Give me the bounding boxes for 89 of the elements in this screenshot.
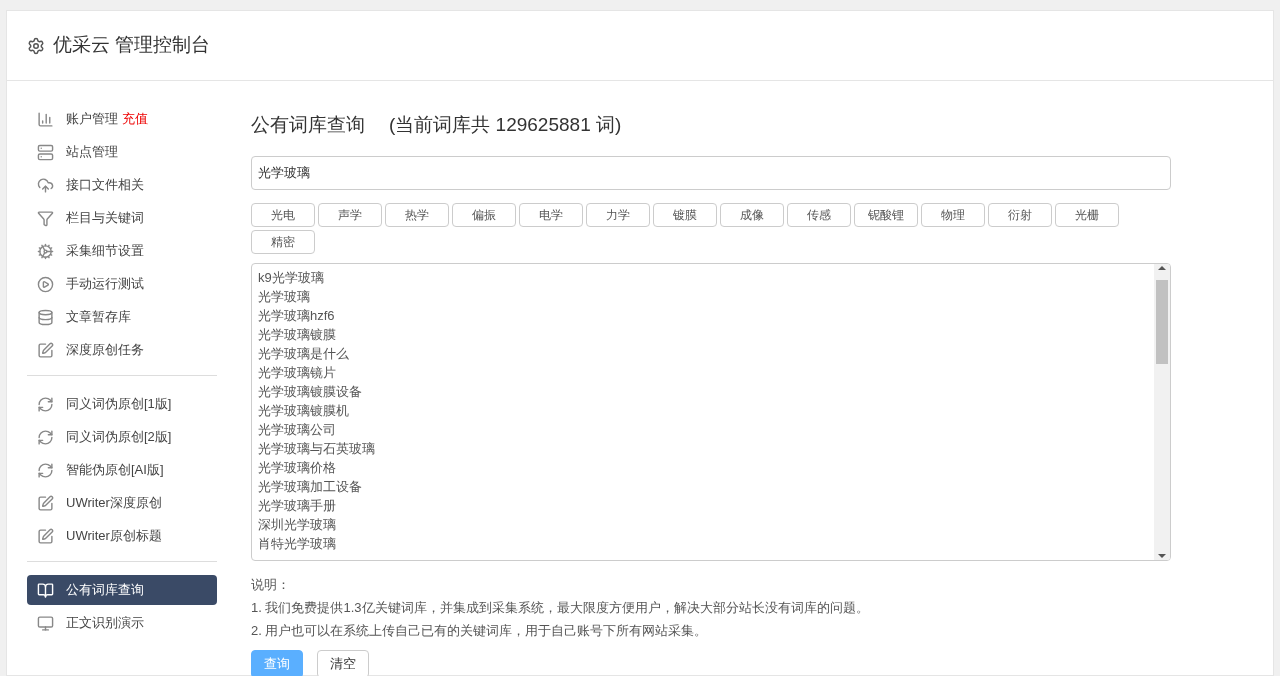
note-text: 2. 用户也可以在系统上传自己已有的关键词库，用于自己账号下所有网站采集。: [251, 621, 709, 640]
keyword-tag[interactable]: 衍射: [988, 202, 1052, 227]
sidebar-label: 同义词伪原创[1版]: [66, 395, 172, 414]
sidebar-item[interactable]: UWriter原创标题: [27, 521, 217, 551]
sidebar-item[interactable]: 文章暂存库: [27, 302, 217, 332]
sidebar-item[interactable]: 站点管理: [27, 137, 217, 167]
word-count-text: (当前词库共 129625881 词): [389, 113, 622, 137]
refresh-icon: [37, 428, 54, 446]
settings-icon: [27, 36, 45, 55]
sidebar-item[interactable]: 同义词伪原创[1版]: [27, 389, 217, 419]
sidebar-label: 手动运行测试: [66, 275, 144, 294]
sidebar-label: UWriter原创标题: [66, 527, 162, 546]
scrollbar[interactable]: [1154, 263, 1170, 560]
keyword-tag[interactable]: 声学: [318, 202, 382, 227]
result-item: 光学玻璃: [258, 287, 311, 306]
sidebar-label: 深度原创任务: [66, 341, 144, 360]
scroll-down-icon[interactable]: [1158, 553, 1166, 558]
keyword-tag[interactable]: 光电: [251, 202, 315, 227]
cloud-upload-icon: [37, 176, 54, 194]
sidebar-label: 采集细节设置: [66, 242, 144, 261]
sidebar-label: 智能伪原创[AI版]: [66, 461, 164, 480]
sidebar-item[interactable]: 深度原创任务: [27, 335, 217, 365]
keyword-tag[interactable]: 物理: [921, 202, 985, 227]
sidebar-label: UWriter深度原创: [66, 494, 162, 513]
result-item: 光学玻璃镀膜机: [258, 401, 350, 420]
sidebar-item[interactable]: 正文识别演示: [27, 608, 217, 638]
keyword-tag[interactable]: 镀膜: [653, 202, 717, 227]
book-icon: [37, 581, 54, 599]
result-item: 光学玻璃镀膜设备: [258, 382, 363, 401]
result-item: 光学玻璃hzf6: [258, 306, 336, 325]
note-text: 1. 我们免费提供1.3亿关键词库，并集成到采集系统，最大限度方便用户，解决大部分站长没有词库的问题。: [251, 598, 870, 617]
scroll-thumb[interactable]: [1156, 279, 1168, 364]
results-list[interactable]: k9光学玻璃 光学玻璃 光学玻璃hzf6 光学玻璃镀膜 光学玻璃是什么 光学玻璃镜片 光学玻璃镀膜设备 光学玻璃镀膜机 光学玻璃公司 光学玻璃与石英玻璃 光学玻璃价格 光学玻璃加工设备 光学玻璃手册 深圳光学玻璃 肖特光学玻璃: [251, 262, 1171, 561]
scroll-up-icon[interactable]: [1158, 265, 1166, 270]
sidebar-item[interactable]: 智能伪原创[AI版]: [27, 455, 217, 485]
edit-icon: [37, 341, 54, 359]
keyword-tag[interactable]: 光栅: [1055, 202, 1119, 227]
monitor-icon: [37, 614, 54, 632]
sidebar-label: 栏目与关键词: [66, 209, 144, 228]
database-icon: [37, 308, 54, 326]
refresh-icon: [37, 461, 54, 479]
edit-icon: [37, 494, 54, 512]
edit-icon: [37, 527, 54, 545]
result-item: k9光学玻璃: [258, 268, 325, 287]
sidebar-item[interactable]: 栏目与关键词: [27, 203, 217, 233]
keyword-tag[interactable]: 传感: [787, 202, 851, 227]
sidebar-item[interactable]: 同义词伪原创[2版]: [27, 422, 217, 452]
sidebar-label: 接口文件相关: [66, 176, 144, 195]
server-icon: [37, 143, 54, 161]
sidebar-item[interactable]: 手动运行测试: [27, 269, 217, 299]
result-item: 光学玻璃与石英玻璃: [258, 439, 376, 458]
app-title: 优采云 管理控制台: [53, 33, 211, 58]
keyword-tag[interactable]: 偏振: [452, 202, 516, 227]
keyword-tag[interactable]: 成像: [720, 202, 784, 227]
sidebar-label: 正文识别演示: [66, 614, 144, 633]
sidebar-label: 公有词库查询: [66, 581, 144, 600]
search-field[interactable]: 光学玻璃: [251, 155, 1171, 190]
sidebar-item[interactable]: 接口文件相关: [27, 170, 217, 200]
refresh-icon: [37, 395, 54, 413]
result-item: 深圳光学玻璃: [258, 515, 337, 534]
sidebar-item[interactable]: 公有词库查询: [27, 575, 217, 605]
result-item: 光学玻璃手册: [258, 496, 337, 515]
recharge-link[interactable]: 充值: [122, 109, 148, 129]
clear-button[interactable]: 清空: [317, 649, 369, 676]
keyword-tag[interactable]: 精密: [251, 229, 315, 254]
sidebar-item[interactable]: 采集细节设置: [27, 236, 217, 266]
result-item: 光学玻璃镜片: [258, 363, 337, 382]
notes-title: 说明：: [251, 575, 291, 594]
bar-chart-icon: [37, 110, 54, 128]
sidebar-label: 站点管理: [66, 143, 118, 162]
keyword-tag[interactable]: 电学: [519, 202, 583, 227]
sidebar-item[interactable]: UWriter深度原创: [27, 488, 217, 518]
result-item: 光学玻璃是什么: [258, 344, 350, 363]
result-item: 光学玻璃加工设备: [258, 477, 363, 496]
result-item: 光学玻璃镀膜: [258, 325, 337, 344]
sidebar-label: 同义词伪原创[2版]: [66, 428, 172, 447]
filter-icon: [37, 209, 54, 227]
keyword-tag[interactable]: 力学: [586, 202, 650, 227]
result-item: 光学玻璃公司: [258, 420, 337, 439]
keyword-tag[interactable]: 热学: [385, 202, 449, 227]
sidebar-item[interactable]: 账户管理 充值: [27, 104, 217, 134]
gear-icon: [37, 242, 54, 260]
sidebar-label: 文章暂存库: [66, 308, 131, 327]
page-title: 公有词库查询: [251, 113, 365, 137]
result-item: 肖特光学玻璃: [258, 534, 337, 553]
sidebar-label: 账户管理: [66, 110, 118, 129]
result-item: 光学玻璃价格: [258, 458, 337, 477]
keyword-tag[interactable]: 铌酸锂: [854, 202, 918, 227]
play-icon: [37, 275, 54, 293]
